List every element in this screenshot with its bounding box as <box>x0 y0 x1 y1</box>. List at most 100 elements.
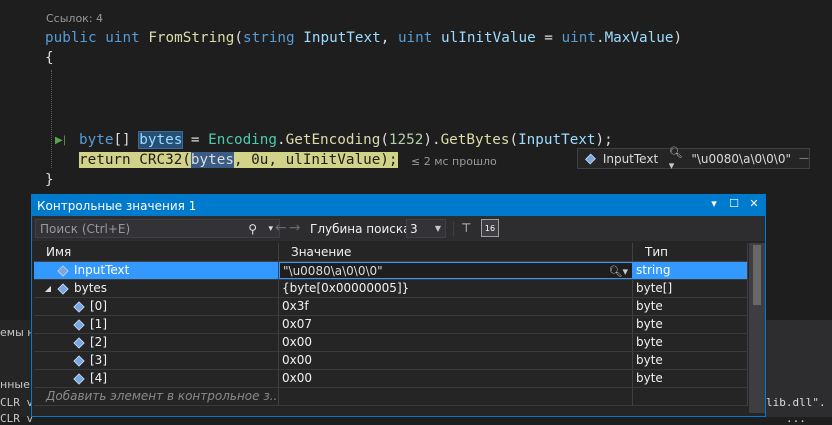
table-row[interactable]: [1] 0x07 byte <box>34 316 748 334</box>
table-row[interactable]: [3] 0x00 byte <box>34 352 748 370</box>
row-name: InputText <box>74 263 130 277</box>
param-type-string: string <box>243 30 295 46</box>
type-byte: byte <box>79 132 114 148</box>
var-bytes[interactable]: bytes <box>138 131 184 149</box>
method-signature-line[interactable]: public uint FromString(string InputText,… <box>45 28 682 48</box>
bg-text: ... <box>786 412 806 425</box>
row-name: [1] <box>90 317 107 331</box>
codelens-references[interactable]: Ссылок: 4 <box>46 12 103 25</box>
magnifier-icon[interactable]: 🔍︎▾ <box>609 263 629 278</box>
grid-header: Имя Значение Тип <box>34 243 748 262</box>
indent-guide <box>51 70 52 168</box>
equals: = <box>182 132 209 148</box>
row-value[interactable]: 0x00 <box>279 352 633 369</box>
background-output-pane: емы н нные и CLR v CLR v <box>0 320 40 425</box>
row-name: bytes <box>74 281 108 295</box>
brace-close: } <box>45 172 54 188</box>
method-getbytes: GetBytes <box>440 132 510 148</box>
close-icon[interactable]: ✕ <box>747 197 761 210</box>
empty-cell <box>279 388 633 405</box>
code-line-return[interactable]: return CRC32(bytes, 0u, ulInitValue); <box>79 150 398 170</box>
datatip[interactable]: InputText 🔍︎▾ "\u0080\a\0\0\0" — <box>577 146 810 172</box>
forward-arrow-icon[interactable]: → <box>289 220 301 236</box>
watch-toolbar: Поиск (Ctrl+E) ⚲ ▾ ← → Глубина поиска: 3… <box>32 216 765 241</box>
dot: . <box>277 132 286 148</box>
field-icon <box>73 354 85 367</box>
row-name: [0] <box>90 299 107 313</box>
code-line-getbytes[interactable]: byte[] bytes = Encoding.GetEncoding(1252… <box>79 130 613 150</box>
perf-tip[interactable]: ≤ 2 мс прошло <box>411 155 497 168</box>
column-type[interactable]: Тип <box>633 243 748 261</box>
dot: . <box>595 30 605 46</box>
watch-title-bar[interactable]: Контрольные значения 1 ▾ ☐ ✕ <box>32 195 765 216</box>
field-icon <box>585 153 596 164</box>
bg-text: CLR v <box>0 396 34 409</box>
field-icon <box>57 264 69 277</box>
pin-columns-icon[interactable]: ⊤ <box>461 221 475 235</box>
row-type: byte <box>633 370 748 387</box>
row-value[interactable]: 0x3f <box>279 298 633 315</box>
number-1252: 1252 <box>388 132 424 148</box>
chevron-down-icon: ▼ <box>434 224 441 233</box>
table-row[interactable]: InputText "\u0080\a\0\0\0" 🔍︎▾ string <box>34 262 748 280</box>
bg-text: CLR v <box>0 412 34 425</box>
row-value[interactable]: 0x07 <box>279 316 633 333</box>
hex-display-icon[interactable]: 16 <box>481 219 499 237</box>
search-placeholder: Поиск (Ctrl+E) <box>40 221 131 236</box>
brackets: [] <box>113 132 140 148</box>
field-icon <box>73 318 85 331</box>
watch-grid: Имя Значение Тип InputText "\u0080\a\0\0… <box>34 243 748 406</box>
maximize-icon[interactable]: ☐ <box>727 197 741 210</box>
scrollbar-thumb[interactable] <box>753 245 761 305</box>
call-crc32: CRC32( <box>139 152 191 168</box>
paren: ). <box>423 132 441 148</box>
row-type: string <box>633 262 748 279</box>
row-type: byte[] <box>633 280 748 297</box>
chevron-down-icon[interactable]: ▾ <box>268 224 273 234</box>
add-watch-row[interactable]: Добавить элемент в контрольное з... <box>34 388 748 406</box>
back-arrow-icon[interactable]: ← <box>275 220 287 236</box>
row-value[interactable]: "\u0080\a\0\0\0" 🔍︎▾ <box>279 262 633 279</box>
field-icon <box>73 300 85 313</box>
hovered-bytes[interactable]: bytes <box>190 152 234 168</box>
toolbar-separator <box>453 221 454 236</box>
param-ulinitvalue: ulInitValue <box>441 30 536 46</box>
pin-icon[interactable]: — <box>799 153 809 164</box>
row-name: [4] <box>90 371 107 385</box>
row-value[interactable]: 0x00 <box>279 334 633 351</box>
table-row[interactable]: ◢ bytes {byte[0x00000005]} byte[] <box>34 280 748 298</box>
search-icon[interactable]: ⚲ <box>248 222 257 236</box>
add-watch-input[interactable]: Добавить элемент в контрольное з... <box>34 388 279 405</box>
search-depth-value: 3 <box>410 221 418 236</box>
keyword-uint: uint <box>105 30 140 46</box>
expand-arrow-icon[interactable]: ◢ <box>42 280 54 297</box>
search-input[interactable]: Поиск (Ctrl+E) ⚲ ▾ <box>35 219 280 238</box>
row-value[interactable]: 0x00 <box>279 370 633 387</box>
current-statement-highlight: return CRC32(bytes, 0u, ulInitValue); <box>79 152 398 168</box>
table-row[interactable]: [4] 0x00 byte <box>34 370 748 388</box>
table-row[interactable]: [0] 0x3f byte <box>34 298 748 316</box>
row-type: byte <box>633 316 748 333</box>
datatip-name: InputText <box>602 151 659 166</box>
column-value[interactable]: Значение <box>279 243 633 261</box>
table-row[interactable]: [2] 0x00 byte <box>34 334 748 352</box>
search-depth-select[interactable]: 3 ▼ <box>406 219 446 238</box>
column-name[interactable]: Имя <box>34 243 279 261</box>
statement-end: ); <box>595 132 613 148</box>
magnifier-icon[interactable]: 🔍︎▾ <box>669 146 686 172</box>
watch-window[interactable]: Контрольные значения 1 ▾ ☐ ✕ Поиск (Ctrl… <box>31 194 766 417</box>
paren: ( <box>509 132 519 148</box>
background-right: lib.dll". ... <box>766 320 832 425</box>
vertical-scrollbar[interactable] <box>749 243 765 413</box>
row-value[interactable]: {byte[0x00000005]} <box>279 280 633 297</box>
paren: ) <box>673 30 683 46</box>
dropdown-icon[interactable]: ▾ <box>707 197 721 210</box>
param-type-uint: uint <box>397 30 433 46</box>
datatip-value[interactable]: "\u0080\a\0\0\0" <box>691 152 791 166</box>
brace-open: { <box>45 50 54 66</box>
row-type: byte <box>633 352 748 369</box>
run-to-click-icon[interactable]: ▶| <box>55 135 66 146</box>
row-type: byte <box>633 298 748 315</box>
method-name: FromString <box>148 30 235 46</box>
empty-cell <box>633 388 748 405</box>
